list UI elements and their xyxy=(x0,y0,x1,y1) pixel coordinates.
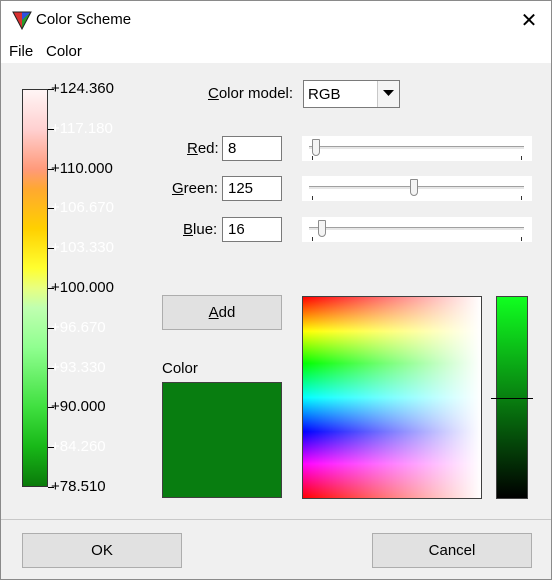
scale-label: +78.510 xyxy=(51,478,106,495)
scale-label: +103.330 xyxy=(51,239,114,256)
scale-label: +110.000 xyxy=(51,160,113,177)
blue-label: Blue: xyxy=(183,221,218,238)
slider-tick xyxy=(312,237,313,241)
scale-label: +93.330 xyxy=(51,359,106,376)
ok-button[interactable]: OK xyxy=(22,533,182,568)
scale-label: +90.000 xyxy=(51,398,106,415)
dropdown-button[interactable] xyxy=(377,81,399,107)
red-input[interactable]: 8 xyxy=(222,136,282,161)
current-color-swatch xyxy=(162,382,282,498)
add-button[interactable]: Add xyxy=(162,295,282,330)
menu-color[interactable]: Color xyxy=(46,43,82,60)
blue-slider[interactable] xyxy=(302,217,532,242)
slider-track xyxy=(309,227,524,231)
green-label: Green: xyxy=(172,180,218,197)
slider-tick xyxy=(312,196,313,200)
dialog-content: +124.360 +117.180 +110.000 +106.670 +103.330… xyxy=(1,64,551,520)
color-model-label: Color model: xyxy=(208,85,294,102)
scale-label: +84.260 xyxy=(51,438,106,455)
menu-bar: File Color xyxy=(1,39,551,63)
slider-thumb[interactable] xyxy=(410,179,418,196)
slider-tick xyxy=(521,237,522,241)
slider-thumb[interactable] xyxy=(318,220,326,237)
scale-label: +124.360 xyxy=(51,80,114,97)
color-model-value: RGB xyxy=(308,86,341,103)
color-scheme-app-icon xyxy=(12,11,32,30)
slider-tick xyxy=(521,156,522,160)
scale-label: +117.180 xyxy=(51,120,113,137)
close-button[interactable]: ✕ xyxy=(507,1,551,39)
slider-tick xyxy=(521,196,522,200)
blue-input[interactable]: 16 xyxy=(222,217,282,242)
slider-thumb[interactable] xyxy=(312,139,320,156)
add-button-label: Add xyxy=(208,304,236,321)
scale-label: +100.000 xyxy=(51,279,114,296)
color-spectrum-picker[interactable] xyxy=(302,296,482,499)
slider-track xyxy=(309,146,524,150)
cancel-button[interactable]: Cancel xyxy=(372,533,532,568)
green-slider[interactable] xyxy=(302,176,532,201)
chevron-down-icon xyxy=(383,90,394,96)
footer-separator xyxy=(1,519,551,520)
scale-label: +96.670 xyxy=(51,319,106,336)
green-input[interactable]: 125 xyxy=(222,176,282,201)
red-slider[interactable] xyxy=(302,136,532,161)
close-icon: ✕ xyxy=(520,9,538,32)
slider-tick xyxy=(312,156,313,160)
color-model-select[interactable]: RGB xyxy=(303,80,400,108)
color-scale-bar[interactable] xyxy=(22,89,48,487)
color-scheme-dialog: Color Scheme ✕ File Color +124.360 +117.1… xyxy=(0,0,552,580)
menu-file[interactable]: File xyxy=(9,43,33,60)
color-label: Color xyxy=(162,360,198,377)
title-bar: Color Scheme ✕ xyxy=(1,1,551,39)
scale-label: +106.670 xyxy=(51,199,114,216)
window-title: Color Scheme xyxy=(36,11,132,28)
red-label: Red: xyxy=(187,140,219,157)
brightness-marker[interactable] xyxy=(491,398,533,399)
